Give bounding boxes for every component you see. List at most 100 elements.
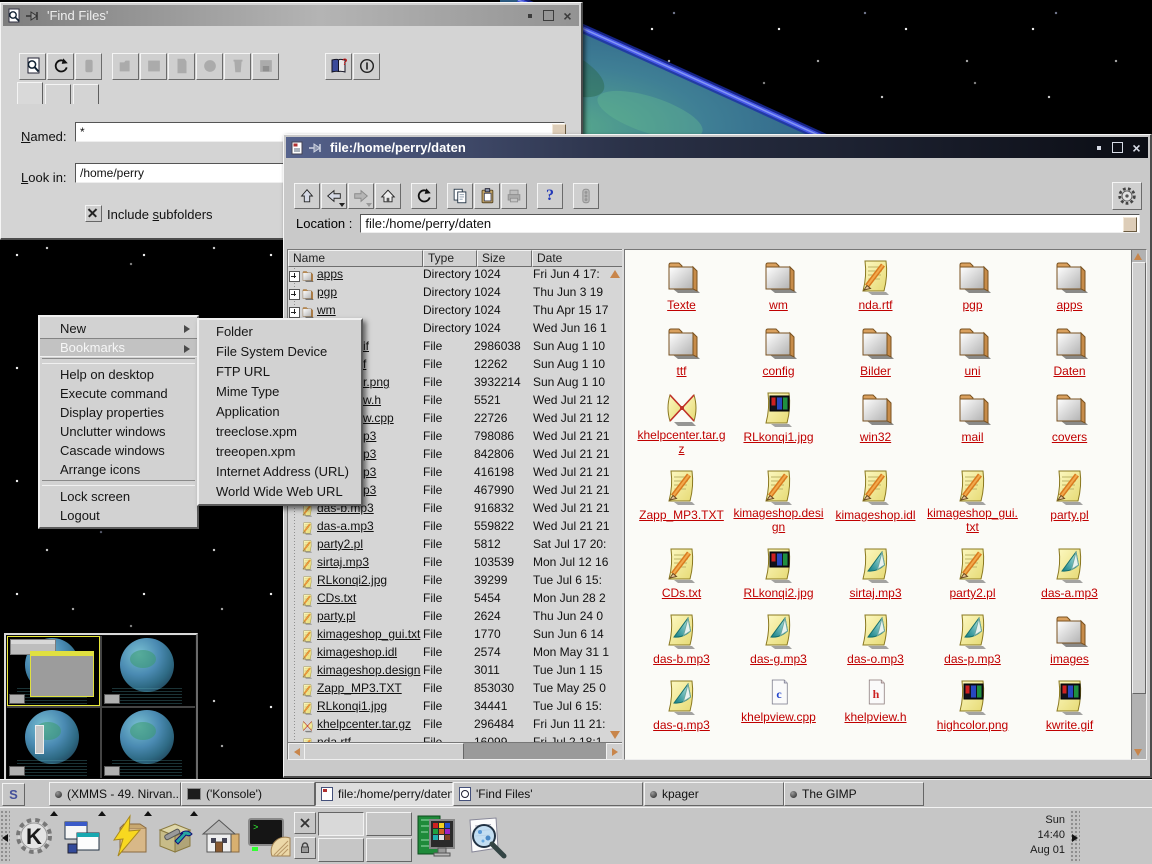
submenu-item[interactable]: World Wide Web URL <box>199 482 361 502</box>
file-name-link[interactable]: party.pl <box>1050 508 1088 522</box>
close-button[interactable]: × <box>1129 140 1144 155</box>
file-name-link[interactable]: kwrite.gif <box>1046 718 1093 732</box>
refresh-button[interactable] <box>47 53 74 80</box>
file-icon-item[interactable]: khelpview.h <box>827 676 924 726</box>
file-icon-item[interactable]: kwrite.gif <box>1021 676 1118 734</box>
file-name-link[interactable]: ttf <box>676 364 686 378</box>
file-icon-item[interactable]: CDs.txt <box>633 544 730 602</box>
file-name-link[interactable]: kimageshop.idl <box>317 645 397 659</box>
file-name-link[interactable]: uni <box>964 364 980 378</box>
file-name-link[interactable]: p3 <box>363 483 376 497</box>
file-name-link[interactable]: RLkonqi1.jpg <box>317 699 387 713</box>
file-name-link[interactable]: p3 <box>363 447 376 461</box>
taskbar-task-button[interactable]: The GIMP <box>784 782 924 806</box>
file-name-link[interactable]: kimageshop.design <box>733 506 825 534</box>
reload-button[interactable] <box>411 183 437 209</box>
panel-hide-right[interactable] <box>1070 810 1080 863</box>
file-name-link[interactable]: apps <box>1056 298 1082 312</box>
column-type[interactable]: Type <box>423 250 477 267</box>
up-button[interactable] <box>294 183 320 209</box>
home-button[interactable] <box>375 183 401 209</box>
file-name-link[interactable]: RLkonqi1.jpg <box>743 430 813 444</box>
expander-icon[interactable] <box>289 307 300 318</box>
pager-desktop-2[interactable] <box>7 708 100 778</box>
file-name-link[interactable]: p3 <box>363 429 376 443</box>
minimize-button[interactable] <box>522 8 537 23</box>
tree-row[interactable]: das-a.mp3 File 559822 Wed Jul 21 21 <box>288 519 623 537</box>
file-icon-item[interactable]: images <box>1021 610 1118 668</box>
submenu-item[interactable]: FTP URL <box>199 362 361 382</box>
file-icon-item[interactable]: party2.pl <box>924 544 1021 602</box>
file-icon-item[interactable]: uni <box>924 322 1021 380</box>
pager-desktop-1[interactable] <box>7 636 100 706</box>
file-icon-item[interactable]: Zapp_MP3.TXT <box>633 466 730 524</box>
tree-row[interactable]: apps Directory 1024 Fri Jun 4 17: <box>288 267 623 285</box>
tree-row[interactable]: sirtaj.mp3 File 103539 Mon Jul 12 16 <box>288 555 623 573</box>
minimize-button[interactable] <box>1091 140 1106 155</box>
scroll-right-button[interactable] <box>606 743 623 760</box>
tree-row[interactable]: party.pl File 2624 Thu Jun 24 0 <box>288 609 623 627</box>
find-files-launcher[interactable] <box>462 814 506 860</box>
file-icon-item[interactable]: nda.rtf <box>827 256 924 314</box>
tree-row[interactable]: CDs.txt File 5454 Mon Jun 28 2 <box>288 591 623 609</box>
file-name-link[interactable]: das-o.mp3 <box>847 652 904 666</box>
tab[interactable] <box>73 84 99 104</box>
help-button[interactable]: ? <box>537 183 563 209</box>
context-menu-item[interactable]: Help on desktop <box>40 365 197 384</box>
terminal-shell-button[interactable]: > <box>246 814 290 860</box>
pager-desktop-3[interactable] <box>102 636 195 706</box>
file-icon-item[interactable]: das-p.mp3 <box>924 610 1021 668</box>
quick-launch-button[interactable] <box>106 814 150 860</box>
submenu-item[interactable]: Folder <box>199 322 361 342</box>
file-name-link[interactable]: kimageshop_gui.txt <box>317 627 420 641</box>
desktop-button[interactable] <box>366 838 412 862</box>
column-name[interactable]: Name <box>288 250 423 267</box>
file-name-link[interactable]: khelpcenter.tar.gz <box>636 428 728 456</box>
file-name-link[interactable]: khelpview.h <box>844 710 906 724</box>
file-icon-item[interactable]: kimageshop_gui.txt <box>924 466 1021 536</box>
taskbar-task-button[interactable]: 'Find Files' <box>453 782 643 806</box>
panel-hide-left[interactable] <box>0 810 10 863</box>
sticky-pin-icon[interactable] <box>25 8 41 24</box>
submenu-item[interactable]: treeopen.xpm <box>199 442 361 462</box>
icon-view-scrollbar[interactable] <box>1131 249 1147 760</box>
file-name-link[interactable]: Zapp_MP3.TXT <box>317 681 402 695</box>
file-icon-item[interactable]: Texte <box>633 256 730 314</box>
utilities-button[interactable] <box>152 814 196 860</box>
expander-icon[interactable] <box>289 271 300 282</box>
file-name-link[interactable]: f <box>363 357 366 371</box>
file-name-link[interactable]: wm <box>769 298 788 312</box>
submenu-item[interactable]: Mime Type <box>199 382 361 402</box>
file-name-link[interactable]: das-a.mp3 <box>317 519 374 533</box>
file-name-link[interactable]: khelpcenter.tar.gz <box>317 717 411 731</box>
context-menu-item[interactable]: Arrange icons <box>40 460 197 479</box>
file-icon-item[interactable]: ttf <box>633 322 730 380</box>
context-menu-item[interactable]: New <box>40 319 197 338</box>
file-icon-item[interactable]: party.pl <box>1021 466 1118 524</box>
column-date[interactable]: Date <box>532 250 623 267</box>
tree-row[interactable]: RLkonqi1.jpg File 34441 Tue Jul 6 15: <box>288 699 623 717</box>
tree-scroll-up-icon[interactable] <box>610 270 620 278</box>
file-icon-item[interactable]: kimageshop.design <box>730 466 827 536</box>
file-name-link[interactable]: kimageshop.idl <box>835 508 915 522</box>
include-subfolders-checkbox[interactable] <box>85 205 102 222</box>
context-menu-item[interactable]: Cascade windows <box>40 441 197 460</box>
window-list-button[interactable] <box>60 814 104 860</box>
file-name-link[interactable]: Bilder <box>860 364 891 378</box>
file-name-link[interactable]: config <box>762 364 794 378</box>
file-icon-item[interactable]: das-o.mp3 <box>827 610 924 668</box>
file-icon-item[interactable]: das-q.mp3 <box>633 676 730 734</box>
file-name-link[interactable]: das-b.mp3 <box>653 652 710 666</box>
file-name-link[interactable]: CDs.txt <box>662 586 701 600</box>
file-icon-item[interactable]: pgp <box>924 256 1021 314</box>
submenu-item[interactable]: Internet Address (URL) <box>199 462 361 482</box>
file-name-link[interactable]: pgp <box>317 285 337 299</box>
tree-row[interactable]: pgp Directory 1024 Thu Jun 3 19 <box>288 285 623 303</box>
file-name-link[interactable]: apps <box>317 267 343 281</box>
file-icon-item[interactable]: config <box>730 322 827 380</box>
help-button[interactable]: ? <box>325 53 352 80</box>
scrollbar-thumb[interactable] <box>1132 262 1146 694</box>
submenu-item[interactable]: treeclose.xpm <box>199 422 361 442</box>
submenu-item[interactable]: File System Device <box>199 342 361 362</box>
tree-row[interactable]: Zapp_MP3.TXT File 853030 Tue May 25 0 <box>288 681 623 699</box>
